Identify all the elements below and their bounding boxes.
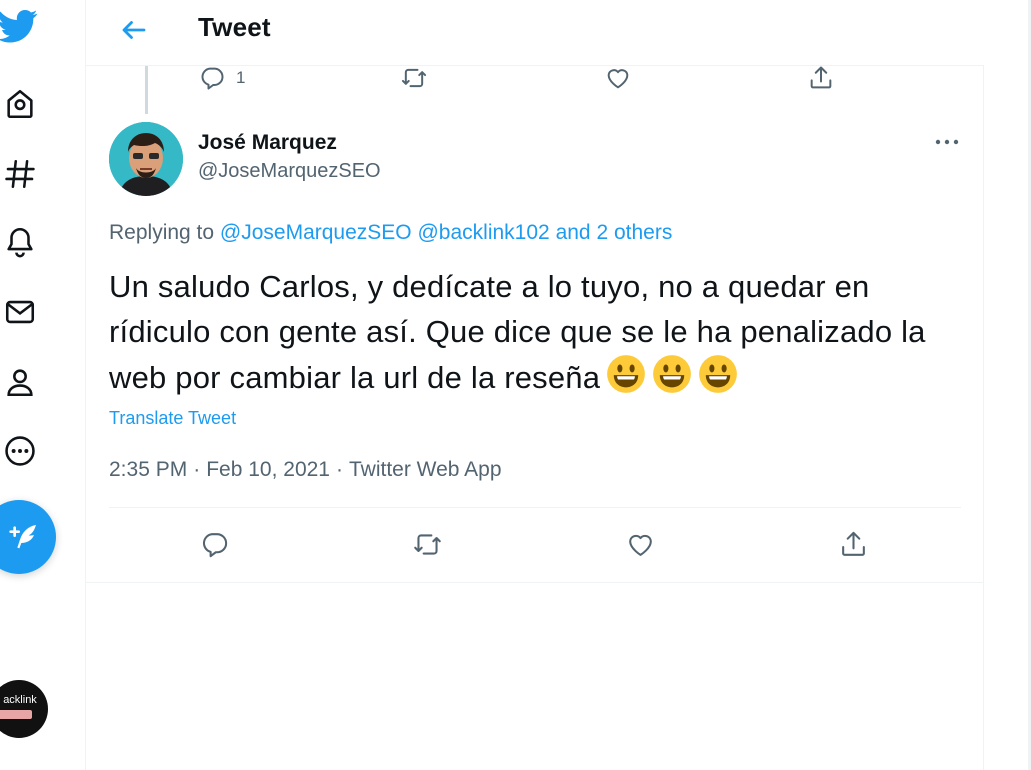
previous-retweet-button[interactable] <box>400 64 428 92</box>
tweet-time[interactable]: 2:35 PM <box>109 458 187 481</box>
thread-connector-line <box>145 66 148 114</box>
compose-tweet-button[interactable] <box>0 500 56 574</box>
tweet-text-block: Un saludo Carlos, y dedícate a lo tuyo, … <box>109 264 969 400</box>
left-navigation: acklink <box>0 0 84 770</box>
more-circle-icon[interactable] <box>0 431 40 471</box>
page-header: Tweet <box>86 0 984 66</box>
explore-hashtag-icon[interactable] <box>0 154 40 194</box>
main-column: Tweet 1 José Marquez @JoseMarquezSEO Rep… <box>85 0 984 770</box>
reply-icon <box>201 67 224 90</box>
grinning-face-emoji-icon <box>607 355 646 393</box>
share-button[interactable] <box>838 529 869 560</box>
previous-reply-count: 1 <box>236 68 246 87</box>
reply-icon <box>202 533 228 558</box>
notifications-bell-icon[interactable] <box>0 222 40 262</box>
replying-joiner[interactable]: and <box>556 221 591 244</box>
replying-mention-2[interactable]: @backlink102 <box>417 221 549 244</box>
twitter-logo-icon[interactable] <box>0 6 40 46</box>
meta-separator: · <box>193 458 201 481</box>
back-button[interactable] <box>114 10 154 50</box>
retweet-button[interactable] <box>412 529 443 560</box>
tweet-metadata: 2:35 PM · Feb 10, 2021 · Twitter Web App <box>109 458 502 482</box>
tweet-text: Un saludo Carlos, y dedícate a lo tuyo, … <box>109 269 926 395</box>
meta-separator: · <box>335 458 343 481</box>
previous-like-button[interactable] <box>604 64 632 92</box>
like-heart-icon <box>607 69 629 89</box>
share-icon <box>842 531 865 556</box>
previous-share-button[interactable] <box>807 64 835 92</box>
tweet-date[interactable]: Feb 10, 2021 <box>206 458 330 481</box>
account-avatar-text: acklink <box>3 694 37 706</box>
replying-others-link[interactable]: 2 others <box>596 221 672 244</box>
tweet-source[interactable]: Twitter Web App <box>349 458 502 481</box>
home-icon[interactable] <box>0 84 40 124</box>
profile-person-icon[interactable] <box>0 362 40 402</box>
replying-label: Replying to <box>109 221 215 244</box>
tweet-bottom-border <box>86 582 984 583</box>
retweet-icon <box>414 534 441 555</box>
author-avatar-image <box>109 122 183 196</box>
reply-button[interactable] <box>199 529 230 560</box>
more-horizontal-icon <box>935 139 959 145</box>
account-avatar-badge <box>0 710 32 719</box>
share-icon <box>810 66 832 89</box>
grinning-face-emoji-icon <box>699 355 738 393</box>
back-arrow-icon <box>122 21 146 39</box>
like-heart-icon <box>629 534 652 556</box>
replying-to-line: Replying to @JoseMarquezSEO @backlink102… <box>109 221 672 245</box>
translate-tweet-link[interactable]: Translate Tweet <box>109 408 236 429</box>
messages-envelope-icon[interactable] <box>0 292 40 332</box>
replying-mention-1[interactable]: @JoseMarquezSEO <box>220 221 412 244</box>
compose-feather-icon <box>9 525 36 549</box>
page-title: Tweet <box>198 12 271 42</box>
previous-reply-button[interactable]: 1 <box>198 64 245 92</box>
author-name[interactable]: José Marquez <box>198 131 337 155</box>
like-button[interactable] <box>625 529 656 560</box>
grinning-face-emoji-icon <box>653 355 692 393</box>
action-bar-divider <box>109 507 961 508</box>
account-avatar[interactable]: acklink <box>0 680 48 738</box>
tweet-more-button[interactable] <box>932 130 962 154</box>
previous-tweet-actions: 1 <box>86 62 984 92</box>
retweet-icon <box>401 68 427 88</box>
author-handle[interactable]: @JoseMarquezSEO <box>198 160 381 183</box>
author-avatar[interactable] <box>109 122 183 196</box>
